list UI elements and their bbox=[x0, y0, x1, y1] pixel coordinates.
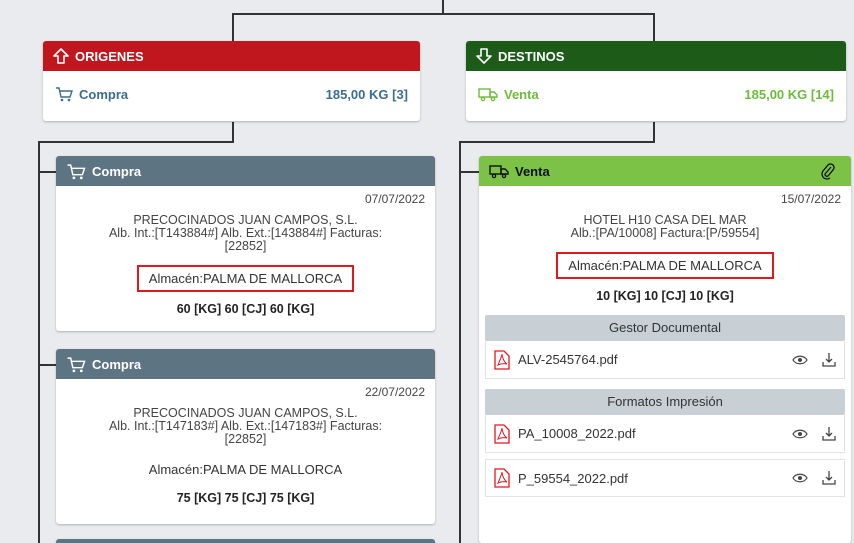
compra-quantity: 60 [KG] 60 [CJ] 60 [KG] bbox=[176, 302, 315, 316]
compra-quantity: 75 [KG] 75 [CJ] 75 [KG] bbox=[176, 491, 315, 505]
cart-icon bbox=[67, 356, 86, 372]
compra-almacen: Almacén:PALMA DE MALLORCA bbox=[136, 265, 355, 292]
connector-top-horizontal bbox=[232, 13, 655, 15]
pdf-icon bbox=[494, 468, 510, 488]
venta-card-body: 15/07/2022 HOTEL H10 CASA DEL MAR Alb.:[… bbox=[479, 186, 851, 303]
arrow-down-icon bbox=[476, 48, 492, 64]
venta-refs: Alb.:[PA/10008] Factura:[P/59554] bbox=[570, 226, 760, 240]
origenes-panel: ORIGENES Compra 185,00 KG [3] bbox=[43, 41, 420, 121]
compra-card-body: 07/07/2022 PRECOCINADOS JUAN CAMPOS, S.L… bbox=[56, 186, 435, 316]
connector-branch-1 bbox=[38, 171, 56, 173]
eye-icon[interactable] bbox=[792, 354, 808, 366]
destinos-header: DESTINOS bbox=[466, 41, 846, 71]
compra-refs-invoice: [22852] bbox=[224, 432, 267, 446]
compra-details: PRECOCINADOS JUAN CAMPOS, S.L. Alb. Int.… bbox=[64, 407, 427, 446]
venta-card-title: Venta bbox=[515, 163, 550, 179]
formatos-impresion-title: Formatos Impresión bbox=[485, 389, 845, 415]
destinos-title: DESTINOS bbox=[498, 48, 565, 64]
compra-card-header: Compra bbox=[56, 349, 435, 379]
connector-right-trunk bbox=[459, 141, 461, 543]
arrow-up-icon bbox=[53, 48, 69, 64]
pdf-icon bbox=[494, 423, 510, 444]
compra-card-header: Compra bbox=[56, 156, 435, 186]
origenes-compra-row[interactable]: Compra 185,00 KG [3] bbox=[43, 71, 420, 117]
eye-icon[interactable] bbox=[792, 472, 808, 484]
venta-almacen: Almacén:PALMA DE MALLORCA bbox=[556, 252, 774, 279]
connector-branch-venta bbox=[459, 171, 479, 173]
connector-right-drop bbox=[653, 13, 655, 41]
compra-date: 07/07/2022 bbox=[364, 192, 425, 206]
origenes-row-value: 185,00 KG [3] bbox=[325, 86, 408, 102]
pdf-icon bbox=[494, 349, 510, 370]
connector-right-stub bbox=[653, 122, 655, 142]
eye-icon[interactable] bbox=[792, 428, 808, 440]
download-icon[interactable] bbox=[822, 426, 836, 442]
compra-card-partial bbox=[56, 539, 435, 543]
connector-left-trunk bbox=[38, 141, 40, 543]
download-icon[interactable] bbox=[822, 470, 836, 486]
cart-icon bbox=[67, 163, 86, 179]
gestor-documental-title: Gestor Documental bbox=[485, 315, 845, 341]
connector-left-stub bbox=[232, 122, 234, 142]
file-name[interactable]: ALV-2545764.pdf bbox=[518, 352, 792, 367]
compra-date: 22/07/2022 bbox=[364, 385, 425, 399]
file-name[interactable]: PA_10008_2022.pdf bbox=[518, 426, 792, 441]
cart-icon bbox=[56, 87, 73, 102]
truck-icon bbox=[478, 88, 498, 102]
venta-card-header: Venta bbox=[479, 156, 851, 186]
compra-details: PRECOCINADOS JUAN CAMPOS, S.L. Alb. Int.… bbox=[64, 214, 427, 253]
venta-card: Venta 15/07/2022 HOTEL H10 CASA DEL MAR … bbox=[479, 156, 851, 543]
gestor-documental-section: Gestor Documental ALV-2545764.pdf bbox=[479, 315, 851, 379]
file-name[interactable]: P_59554_2022.pdf bbox=[518, 471, 792, 486]
destinos-row-label: Venta bbox=[504, 86, 539, 102]
file-row[interactable]: ALV-2545764.pdf bbox=[485, 341, 845, 379]
connector-left-horizontal bbox=[38, 141, 234, 143]
compra-almacen: Almacén:PALMA DE MALLORCA bbox=[148, 462, 343, 477]
compra-card-title: Compra bbox=[92, 163, 142, 179]
venta-date: 15/07/2022 bbox=[780, 192, 841, 206]
origenes-row-label: Compra bbox=[79, 86, 129, 102]
formatos-impresion-section: Formatos Impresión PA_10008_2022.pdf P_5… bbox=[479, 389, 851, 497]
venta-quantity: 10 [KG] 10 [CJ] 10 [KG] bbox=[596, 289, 734, 303]
origenes-title: ORIGENES bbox=[75, 48, 144, 64]
file-row[interactable]: PA_10008_2022.pdf bbox=[485, 415, 845, 453]
destinos-panel: DESTINOS Venta 185,00 KG [14] bbox=[466, 41, 846, 121]
connector-branch-2 bbox=[38, 364, 56, 366]
connector-right-horizontal bbox=[459, 141, 655, 143]
file-row[interactable]: P_59554_2022.pdf bbox=[485, 459, 845, 497]
compra-card: Compra 22/07/2022 PRECOCINADOS JUAN CAMP… bbox=[56, 349, 435, 524]
compra-card: Compra 07/07/2022 PRECOCINADOS JUAN CAMP… bbox=[56, 156, 435, 331]
compra-card-body: 22/07/2022 PRECOCINADOS JUAN CAMPOS, S.L… bbox=[56, 379, 435, 505]
download-icon[interactable] bbox=[822, 352, 836, 368]
origenes-header: ORIGENES bbox=[43, 41, 420, 71]
compra-refs-invoice: [22852] bbox=[224, 239, 267, 253]
destinos-venta-row[interactable]: Venta 185,00 KG [14] bbox=[466, 71, 846, 117]
destinos-row-value: 185,00 KG [14] bbox=[744, 86, 834, 102]
compra-card-title: Compra bbox=[92, 356, 142, 372]
connector-top-vertical bbox=[442, 0, 444, 14]
connector-left-drop bbox=[232, 13, 234, 41]
paperclip-icon[interactable] bbox=[821, 162, 835, 180]
venta-details: HOTEL H10 CASA DEL MAR Alb.:[PA/10008] F… bbox=[487, 214, 843, 240]
truck-icon bbox=[489, 165, 509, 179]
